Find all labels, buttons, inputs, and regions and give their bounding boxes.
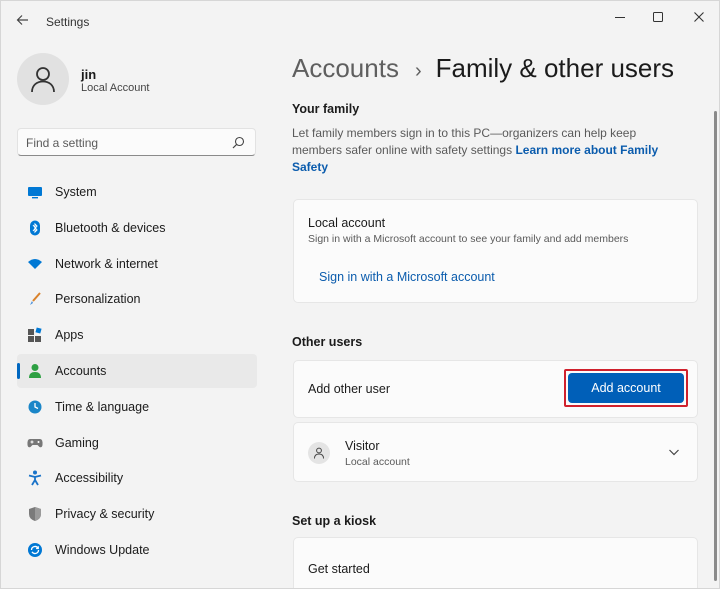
search-input[interactable] <box>26 134 226 152</box>
visitor-account-type: Local account <box>345 456 410 468</box>
visitor-name: Visitor <box>345 439 380 453</box>
minimize-icon <box>615 17 625 18</box>
maximize-icon <box>653 12 663 22</box>
other-users-heading: Other users <box>292 335 363 349</box>
sidebar-item-label: Apps <box>55 328 84 343</box>
back-button[interactable] <box>13 11 31 29</box>
sidebar-item-windows-update[interactable]: Windows Update <box>17 533 257 567</box>
sidebar-item-label: Privacy & security <box>55 507 155 522</box>
person-icon <box>314 447 324 459</box>
search-box[interactable] <box>17 128 256 156</box>
your-family-heading: Your family <box>292 102 360 116</box>
sidebar-item-label: Windows Update <box>55 542 150 557</box>
back-arrow-icon <box>16 15 28 25</box>
sidebar-item-personalization[interactable]: Personalization <box>17 282 257 316</box>
title-bar: Settings <box>1 1 719 37</box>
sidebar-item-label: System <box>55 185 97 199</box>
close-button[interactable] <box>684 7 714 27</box>
breadcrumb-separator: › <box>414 60 422 82</box>
settings-window: Settings jin Local Account S <box>0 0 720 589</box>
user-name: jin <box>81 67 97 82</box>
sidebar-item-label: Time & language <box>55 399 150 414</box>
sidebar-item-time-language[interactable]: Time & language <box>17 390 257 424</box>
monitor-icon <box>27 184 43 200</box>
brush-icon <box>27 291 43 307</box>
app-title: Settings <box>46 15 90 29</box>
sidebar-item-label: Gaming <box>55 435 99 450</box>
breadcrumb-parent[interactable]: Accounts <box>292 53 399 84</box>
visitor-user-card[interactable]: Visitor Local account <box>293 422 698 482</box>
local-account-card: Local account Sign in with a Microsoft a… <box>293 199 698 303</box>
sidebar-item-bluetooth[interactable]: Bluetooth & devices <box>17 211 257 245</box>
sidebar-item-accessibility[interactable]: Accessibility <box>17 461 257 495</box>
sidebar-item-label: Network & internet <box>55 256 158 271</box>
sidebar-item-accounts[interactable]: Accounts <box>17 353 257 388</box>
sidebar-item-apps[interactable]: Apps <box>17 318 257 352</box>
person-icon <box>31 67 55 93</box>
apps-icon <box>27 327 43 343</box>
sign-in-microsoft-account-link[interactable]: Sign in with a Microsoft account <box>319 270 495 284</box>
local-account-subtitle: Sign in with a Microsoft account to see … <box>308 233 629 245</box>
gamepad-icon <box>27 435 43 451</box>
local-account-title: Local account <box>308 216 386 230</box>
minimize-button[interactable] <box>605 7 635 27</box>
sidebar-item-privacy[interactable]: Privacy & security <box>17 497 257 531</box>
person-icon <box>27 363 43 379</box>
kiosk-card[interactable]: Get started <box>293 537 698 588</box>
sidebar-item-label: Accounts <box>55 363 107 378</box>
visitor-avatar <box>308 442 330 464</box>
globe-clock-icon <box>27 399 43 415</box>
add-account-button[interactable]: Add account <box>568 373 684 403</box>
bluetooth-icon <box>27 220 43 236</box>
accessibility-icon <box>27 470 43 486</box>
sidebar-nav: System Bluetooth & devices Network & int… <box>17 175 257 569</box>
maximize-button[interactable] <box>643 7 673 27</box>
shield-icon <box>27 506 43 522</box>
scrollbar[interactable] <box>714 111 717 581</box>
update-icon <box>27 542 43 558</box>
family-description: Let family members sign in to this PC—or… <box>292 125 687 176</box>
sidebar-item-label: Accessibility <box>55 471 124 486</box>
breadcrumb: Accounts › Family & other users <box>292 53 674 85</box>
avatar[interactable] <box>17 53 69 105</box>
add-other-user-card: Add other user Add account <box>293 360 698 418</box>
sidebar-item-gaming[interactable]: Gaming <box>17 426 257 460</box>
page-title: Family & other users <box>435 53 675 83</box>
user-account-type: Local Account <box>81 82 150 94</box>
wifi-icon <box>27 256 43 272</box>
sidebar-item-label: Bluetooth & devices <box>55 220 166 235</box>
sidebar-item-system[interactable]: System <box>17 175 257 209</box>
sidebar-item-network[interactable]: Network & internet <box>17 247 257 281</box>
add-other-user-label: Add other user <box>308 382 390 396</box>
sidebar-item-label: Personalization <box>55 292 141 307</box>
kiosk-heading: Set up a kiosk <box>292 514 377 528</box>
search-icon <box>232 136 245 149</box>
get-started-label: Get started <box>308 562 370 576</box>
chevron-down-icon[interactable] <box>667 445 681 459</box>
close-icon <box>694 12 704 22</box>
